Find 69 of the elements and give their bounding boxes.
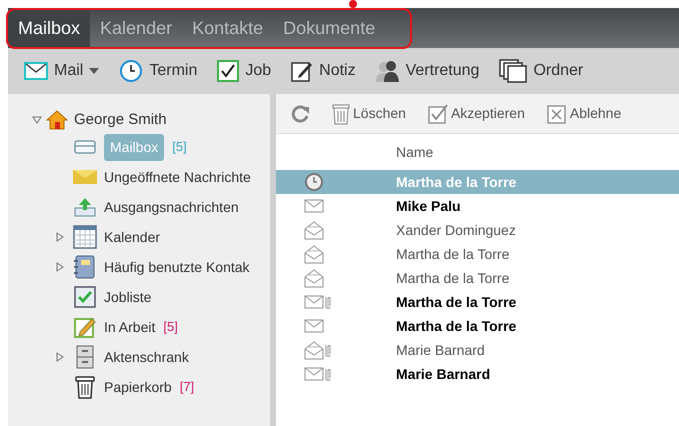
sender-name: Martha de la Torre bbox=[396, 292, 516, 312]
pencil-note-icon bbox=[291, 60, 314, 82]
column-header[interactable]: Name bbox=[396, 142, 434, 162]
tree-item[interactable]: Kalender bbox=[104, 226, 160, 248]
table-row[interactable]: Martha de la Torre bbox=[276, 314, 679, 338]
toolbar-button[interactable]: Job bbox=[217, 59, 272, 83]
clock-icon bbox=[119, 59, 144, 83]
table-row[interactable]: Marie Barnard bbox=[276, 338, 679, 362]
people-icon bbox=[376, 60, 400, 82]
address-book-icon bbox=[74, 255, 96, 279]
refresh-icon bbox=[290, 104, 310, 124]
tab[interactable]: Kontakte bbox=[182, 8, 274, 48]
calendar-icon bbox=[73, 225, 97, 249]
action-button[interactable]: Ablehne bbox=[546, 103, 622, 124]
clock-icon bbox=[304, 172, 324, 192]
collapsed-arrow-icon[interactable] bbox=[56, 352, 64, 362]
action-button[interactable]: Löschen bbox=[332, 102, 406, 124]
sender-name: Martha de la Torre bbox=[396, 244, 510, 264]
tree-item[interactable]: Häufig benutzte Kontak bbox=[104, 256, 250, 278]
refresh-button[interactable] bbox=[290, 104, 310, 124]
sender-name: Martha de la Torre bbox=[396, 172, 516, 192]
toolbar-button[interactable]: Notiz bbox=[291, 59, 356, 83]
tree-item[interactable]: In Arbeit bbox=[104, 316, 156, 338]
toolbar-button[interactable]: Mail bbox=[24, 59, 100, 83]
table-row[interactable]: Martha de la Torre bbox=[276, 266, 679, 290]
action-button[interactable]: Akzeptieren bbox=[428, 103, 525, 124]
sender-name: Martha de la Torre bbox=[396, 316, 516, 336]
tree-item[interactable]: Ausgangsnachrichten bbox=[104, 196, 239, 218]
sender-name: Marie Barnard bbox=[396, 364, 490, 384]
house-icon bbox=[46, 110, 68, 130]
pencil-note-icon bbox=[74, 316, 96, 338]
checklist-icon bbox=[74, 286, 96, 308]
sender-name: Marie Barnard bbox=[396, 340, 485, 360]
table-row[interactable]: Martha de la Torre bbox=[276, 242, 679, 266]
file-cabinet-icon bbox=[76, 345, 94, 369]
checkbox-icon bbox=[428, 104, 448, 124]
envelope-icon bbox=[73, 170, 97, 184]
table-row[interactable]: Mike Palu bbox=[276, 194, 679, 218]
toolbar-button[interactable]: Vertretung bbox=[376, 59, 480, 83]
trash-can-icon bbox=[332, 102, 350, 124]
x-box-icon bbox=[546, 104, 567, 124]
tab[interactable]: Kalender bbox=[90, 8, 182, 48]
tree-item[interactable]: Jobliste bbox=[104, 286, 152, 308]
table-row[interactable]: Marie Barnard bbox=[276, 362, 679, 386]
tree-item[interactable]: George Smith bbox=[74, 108, 167, 132]
tab[interactable]: Mailbox bbox=[8, 8, 90, 48]
sender-name: Mike Palu bbox=[396, 196, 461, 216]
tree-item[interactable]: Papierkorb bbox=[104, 376, 172, 398]
toolbar-button[interactable]: Ordner bbox=[499, 59, 584, 83]
envelope-icon bbox=[24, 61, 48, 81]
table-row[interactable]: Xander Dominguez bbox=[276, 218, 679, 242]
tree-item[interactable]: Ungeöffnete Nachrichte bbox=[104, 166, 251, 188]
item-count: [5] bbox=[163, 318, 178, 336]
toolbar-button[interactable]: Termin bbox=[119, 59, 198, 83]
item-count: [7] bbox=[180, 378, 194, 396]
item-count: [5] bbox=[172, 138, 187, 156]
collapsed-arrow-icon[interactable] bbox=[56, 232, 64, 242]
sender-name: Xander Dominguez bbox=[396, 220, 516, 240]
tab[interactable]: Dokumente bbox=[273, 8, 386, 48]
upload-tray-icon bbox=[74, 197, 96, 217]
collapsed-arrow-icon[interactable] bbox=[56, 262, 64, 272]
trash-can-icon bbox=[75, 375, 95, 399]
sender-name: Martha de la Torre bbox=[396, 268, 510, 288]
expanded-arrow-icon[interactable] bbox=[32, 116, 42, 124]
tray-icon bbox=[74, 140, 96, 154]
table-row[interactable]: Martha de la Torre bbox=[276, 290, 679, 314]
checkbox-icon bbox=[217, 60, 240, 82]
stacked-folders-icon bbox=[499, 59, 528, 83]
tree-item[interactable]: Aktenschrank bbox=[104, 346, 189, 368]
